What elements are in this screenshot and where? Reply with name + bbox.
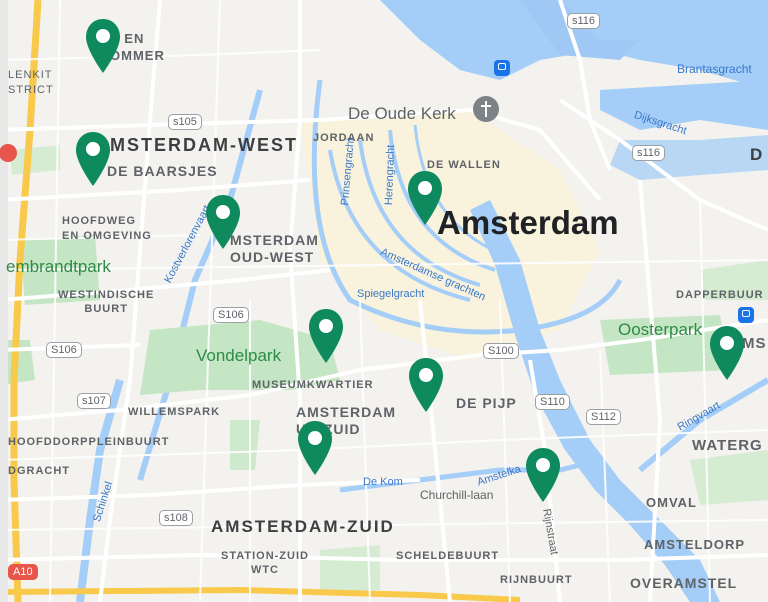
label-spiegelgracht: Spiegelgracht: [357, 288, 425, 300]
label-willemspark: WILLEMSPARK: [128, 406, 221, 418]
location-pin[interactable]: [84, 18, 122, 74]
road-shield-s116: s116: [632, 145, 666, 161]
label-dgracht-fragment: DGRACHT: [8, 465, 70, 477]
road-shield-s106: S106: [46, 342, 82, 358]
location-pin[interactable]: [204, 194, 242, 250]
location-pin[interactable]: [407, 357, 445, 413]
label-museumkwartier: MUSEUMKWARTIER: [252, 379, 374, 391]
label-de-oude-kerk: De Oude Kerk: [348, 104, 456, 123]
road-shield-s112: S112: [586, 409, 621, 425]
road-shield-s105: s105: [168, 114, 202, 130]
label-amsterdam-oud-west: MSTERDAM OUD-WEST: [230, 232, 319, 265]
road-shield-s100: S100: [483, 343, 519, 359]
label-vondelpark: Vondelpark: [196, 346, 282, 365]
label-scheldebuurt: SCHELDEBUURT: [396, 550, 500, 562]
label-overamstel: OVERAMSTEL: [630, 575, 738, 591]
label-dapperbuurt: DAPPERBUUR: [676, 289, 764, 301]
label-district-d-fragment: D: [750, 145, 765, 164]
label-herengracht: Herengracht: [383, 144, 398, 206]
road-shield-s107: s107: [77, 393, 111, 409]
road-shield-s116: s116: [567, 13, 601, 29]
label-de-pijp: DE PIJP: [456, 395, 517, 411]
label-station-zuid-wtc: STATION-ZUID WTC: [221, 550, 309, 576]
label-rijnbuurt: RIJNBUURT: [500, 574, 573, 586]
location-pin[interactable]: [74, 131, 112, 187]
road-shield-s110: S110: [535, 394, 570, 410]
label-amsteldorp: AMSTELDORP: [644, 537, 745, 552]
road-shield-s108: s108: [159, 510, 193, 526]
metro-station-icon[interactable]: [494, 60, 510, 76]
road-shield-s106: S106: [213, 307, 249, 323]
location-pin[interactable]: [296, 420, 334, 476]
metro-station-icon[interactable]: [738, 307, 754, 323]
label-amsterdam: Amsterdam: [437, 204, 619, 241]
map-canvas[interactable]: S EN OMMER LENKIT STRICT MSTERDAM-WEST D…: [0, 0, 768, 602]
label-westindische-buurt: WESTINDISCHE BUURT: [58, 289, 155, 315]
church-icon[interactable]: [473, 96, 499, 122]
location-pin[interactable]: [307, 308, 345, 364]
label-de-kom: De Kom: [363, 476, 403, 488]
label-omval: OMVAL: [646, 495, 697, 510]
label-amsterdam-west: MSTERDAM-WEST: [110, 135, 298, 155]
location-pin[interactable]: [406, 170, 444, 226]
label-brantasgracht: Brantasgracht: [677, 62, 752, 76]
label-hoofddorppleinbuurt: HOOFDDORPPLEINBUURT: [8, 436, 170, 448]
label-watergraafsmeer: WATERG: [692, 437, 763, 454]
label-churchill-laan: Churchill-laan: [420, 488, 494, 502]
label-district-fragment: LENKIT STRICT: [8, 69, 54, 96]
label-hoofdweg: HOOFDWEG EN OMGEVING: [62, 215, 152, 242]
road-shield-a10: A10: [8, 564, 38, 580]
label-rembrandtpark: embrandtpark: [6, 257, 111, 276]
label-amsterdam-zuid: AMSTERDAM-ZUID: [211, 517, 395, 536]
label-de-baarsjes: DE BAARSJES: [107, 163, 218, 179]
location-pin[interactable]: [524, 447, 562, 503]
label-oosterpark: Oosterpark: [618, 320, 703, 339]
location-pin[interactable]: [708, 325, 746, 381]
